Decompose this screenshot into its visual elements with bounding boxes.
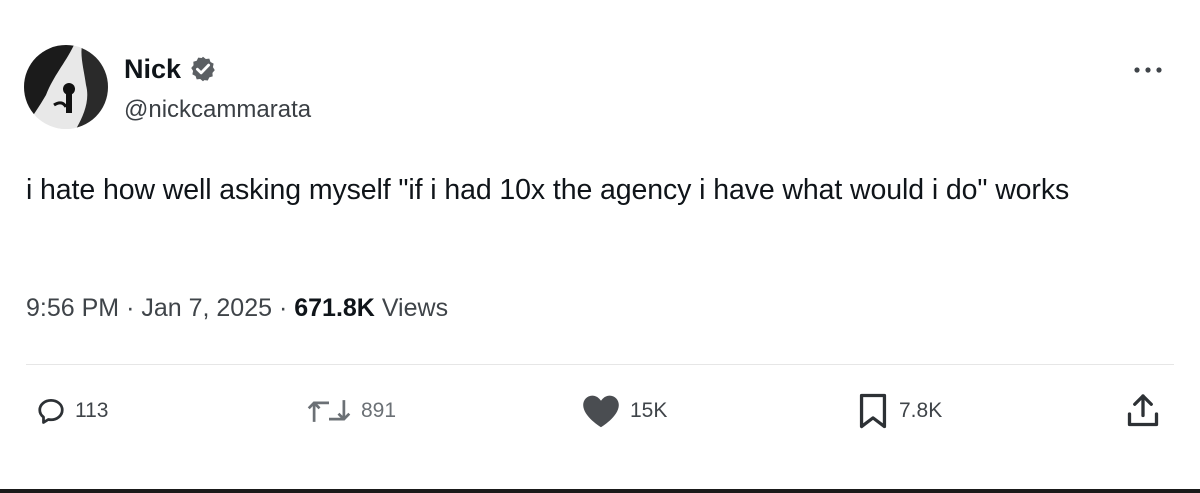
repost-arrows-icon xyxy=(307,400,351,422)
meta-separator: · xyxy=(126,294,135,322)
avatar[interactable] xyxy=(24,45,108,129)
reply-button[interactable]: 113 xyxy=(36,392,108,430)
like-count: 15K xyxy=(630,399,668,422)
repost-count: 891 xyxy=(361,399,397,422)
bottom-border xyxy=(0,489,1200,493)
tweet-time[interactable]: 9:56 PM xyxy=(26,294,119,322)
share-button[interactable] xyxy=(1126,392,1160,430)
bookmark-count: 7.8K xyxy=(899,399,943,422)
author-name-row: Nick xyxy=(124,52,217,86)
tweet-card: Nick @nickcammarata i hate how well aski… xyxy=(0,0,1200,493)
display-name[interactable]: Nick xyxy=(124,52,181,86)
views-label: Views xyxy=(381,294,449,322)
divider xyxy=(26,364,1174,365)
tweet-date[interactable]: Jan 7, 2025 xyxy=(141,294,272,322)
like-button[interactable]: 15K xyxy=(581,392,667,430)
meta-separator: · xyxy=(278,294,288,322)
share-upload-icon xyxy=(1127,394,1159,427)
bookmark-button[interactable]: 7.8K xyxy=(856,392,942,430)
verified-badge-icon xyxy=(189,55,217,83)
repost-button[interactable]: 891 xyxy=(306,392,396,430)
views-count[interactable]: 671.8K xyxy=(294,294,375,322)
reply-count: 113 xyxy=(75,399,109,422)
tweet-meta: 9:56 PM · Jan 7, 2025 · 671.8K Views xyxy=(26,290,448,326)
more-dots-icon xyxy=(1134,67,1162,73)
heart-icon xyxy=(583,395,619,428)
more-options-button[interactable] xyxy=(1128,58,1168,82)
tweet-text: i hate how well asking myself "if i had … xyxy=(26,174,1070,206)
reply-bubble-icon xyxy=(38,399,64,424)
bookmark-icon xyxy=(859,393,887,429)
user-handle[interactable]: @nickcammarata xyxy=(124,94,311,126)
avatar-image xyxy=(24,45,108,129)
